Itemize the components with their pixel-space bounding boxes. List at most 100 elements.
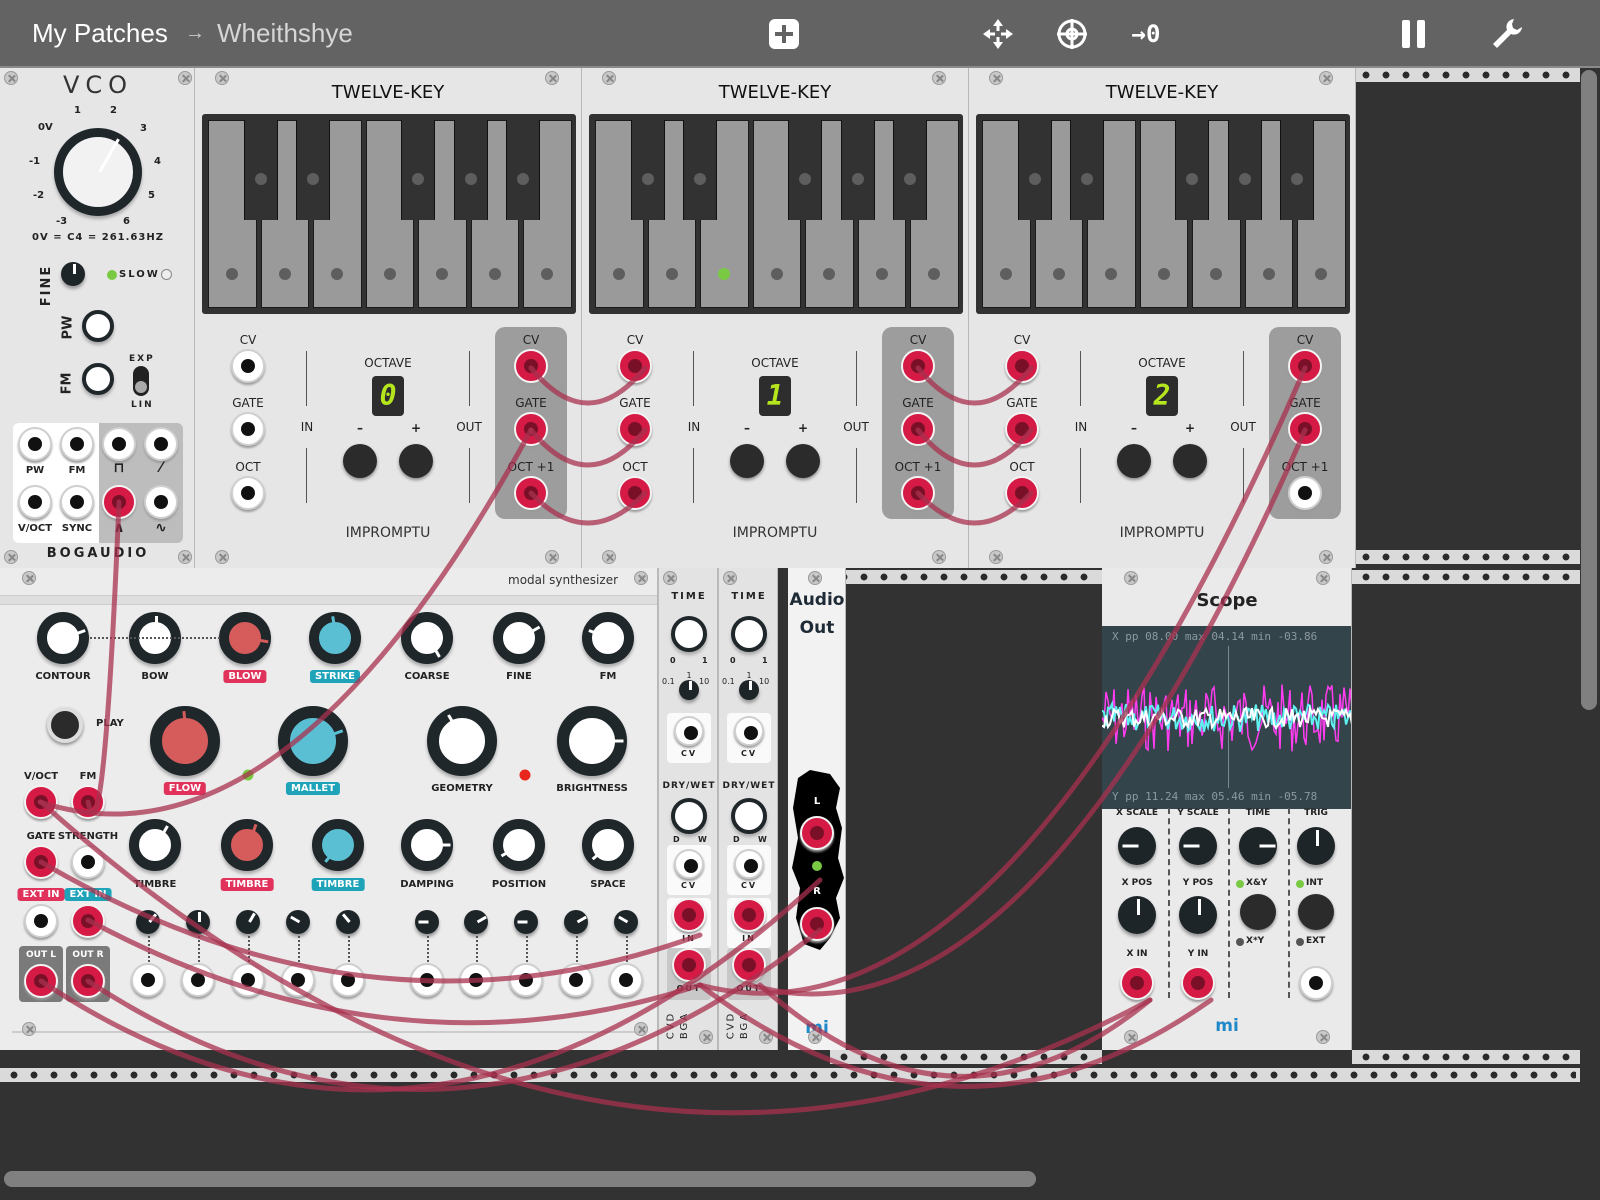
pw-input-jack[interactable] (18, 427, 52, 461)
cv-input-jack[interactable] (459, 963, 493, 997)
right-output-jack[interactable] (800, 907, 834, 941)
attenuverter-knob[interactable] (464, 910, 488, 934)
out-l-jack[interactable] (24, 964, 58, 998)
space-knob[interactable] (582, 819, 634, 871)
attenuverter-knob[interactable] (136, 910, 160, 934)
fm-input-jack[interactable] (71, 785, 105, 819)
octave-up-button[interactable] (399, 444, 433, 478)
trigger-mode-button[interactable] (1298, 894, 1334, 930)
reset-zero-button[interactable]: →0 (1124, 14, 1168, 54)
x-scale-knob[interactable] (1118, 827, 1156, 865)
cv-input-jack[interactable] (281, 963, 315, 997)
strike-knob[interactable] (309, 612, 361, 664)
attenuverter-knob[interactable] (514, 910, 538, 934)
drywet-cv-jack[interactable] (674, 849, 704, 879)
cv-input-jack[interactable] (231, 349, 265, 383)
black-key-D#[interactable] (1070, 120, 1104, 220)
gate-input-jack[interactable] (618, 412, 652, 446)
octave-up-button[interactable] (1173, 444, 1207, 478)
attenuverter-knob[interactable] (286, 910, 310, 934)
left-output-jack[interactable] (800, 816, 834, 850)
slow-toggle[interactable] (161, 269, 172, 280)
fm-knob[interactable] (582, 612, 634, 664)
sync-input-jack[interactable] (60, 485, 94, 519)
y-scale-knob[interactable] (1179, 827, 1217, 865)
exp-lin-switch[interactable] (133, 366, 149, 396)
gate-output-jack[interactable] (514, 412, 548, 446)
fm-knob[interactable] (82, 363, 114, 395)
fm-input-jack[interactable] (60, 427, 94, 461)
multiplier-knob[interactable] (679, 680, 699, 700)
ext-trigger-jack[interactable] (1299, 966, 1333, 1000)
cv-input-jack[interactable] (559, 963, 593, 997)
pause-button[interactable] (1394, 14, 1434, 54)
voct-input-jack[interactable] (18, 485, 52, 519)
oct1-output-jack[interactable] (514, 476, 548, 510)
cv-output-jack[interactable] (514, 349, 548, 383)
black-key-A#[interactable] (506, 120, 540, 220)
triangle-output-jack[interactable] (102, 485, 136, 519)
octave-down-button[interactable] (730, 444, 764, 478)
attenuverter-knob[interactable] (186, 910, 210, 934)
oct-input-jack[interactable] (1005, 476, 1039, 510)
attenuverter-knob[interactable] (564, 910, 588, 934)
drywet-cv-jack[interactable] (734, 849, 764, 879)
time-knob[interactable] (731, 616, 767, 652)
fine-knob[interactable] (493, 612, 545, 664)
contour-knob[interactable] (37, 612, 89, 664)
brightness-knob[interactable] (557, 706, 627, 776)
x-pos-knob[interactable] (1118, 896, 1156, 934)
gate-input-jack[interactable] (231, 412, 265, 446)
cv-output-jack[interactable] (1288, 349, 1322, 383)
black-key-A#[interactable] (1280, 120, 1314, 220)
black-key-C#[interactable] (243, 120, 278, 220)
multiplier-knob[interactable] (739, 680, 759, 700)
oct1-output-jack[interactable] (1288, 476, 1322, 510)
blow-knob[interactable] (219, 612, 271, 664)
cv-input-jack[interactable] (231, 963, 265, 997)
cv-input-jack[interactable] (181, 963, 215, 997)
black-key-F#[interactable] (401, 120, 435, 220)
black-key-G#[interactable] (840, 120, 875, 220)
time-knob[interactable] (671, 616, 707, 652)
square-output-jack[interactable] (102, 427, 136, 461)
x-in-jack[interactable] (1120, 966, 1154, 1000)
audio-out-jack[interactable] (672, 948, 706, 982)
ext-in-red-jack[interactable] (24, 904, 58, 938)
settings-button[interactable] (1487, 14, 1527, 54)
pan-button[interactable] (978, 14, 1018, 54)
frequency-knob[interactable] (54, 128, 142, 216)
audio-in-jack[interactable] (732, 898, 766, 932)
attenuverter-knob[interactable] (336, 910, 360, 934)
black-key-D#[interactable] (296, 120, 330, 220)
timbre-knob[interactable] (312, 819, 364, 871)
vertical-scrollbar[interactable] (1581, 70, 1597, 710)
damping-knob[interactable] (401, 819, 453, 871)
attenuverter-knob[interactable] (236, 910, 260, 934)
octave-down-button[interactable] (1117, 444, 1151, 478)
cv-input-jack[interactable] (331, 963, 365, 997)
cv-input-jack[interactable] (509, 963, 543, 997)
timbre-knob[interactable] (129, 819, 181, 871)
black-key-C#[interactable] (630, 120, 665, 220)
audio-out-jack[interactable] (732, 948, 766, 982)
black-key-F#[interactable] (1175, 120, 1209, 220)
out-r-jack[interactable] (71, 964, 105, 998)
cv-input-jack[interactable] (1005, 349, 1039, 383)
attenuverter-knob[interactable] (614, 910, 638, 934)
time-cv-jack[interactable] (674, 716, 704, 746)
gate-input-jack[interactable] (24, 845, 58, 879)
y-in-jack[interactable] (1181, 966, 1215, 1000)
coarse-knob[interactable] (401, 612, 453, 664)
timbre-knob[interactable] (221, 819, 273, 871)
cv-output-jack[interactable] (901, 349, 935, 383)
time-cv-jack[interactable] (734, 716, 764, 746)
center-button[interactable] (1052, 14, 1092, 54)
octave-up-button[interactable] (786, 444, 820, 478)
oct-input-jack[interactable] (618, 476, 652, 510)
drywet-knob[interactable] (731, 798, 767, 834)
audio-in-jack[interactable] (672, 898, 706, 932)
strength-input-jack[interactable] (71, 845, 105, 879)
play-button[interactable] (47, 707, 83, 743)
saw-output-jack[interactable] (144, 427, 178, 461)
